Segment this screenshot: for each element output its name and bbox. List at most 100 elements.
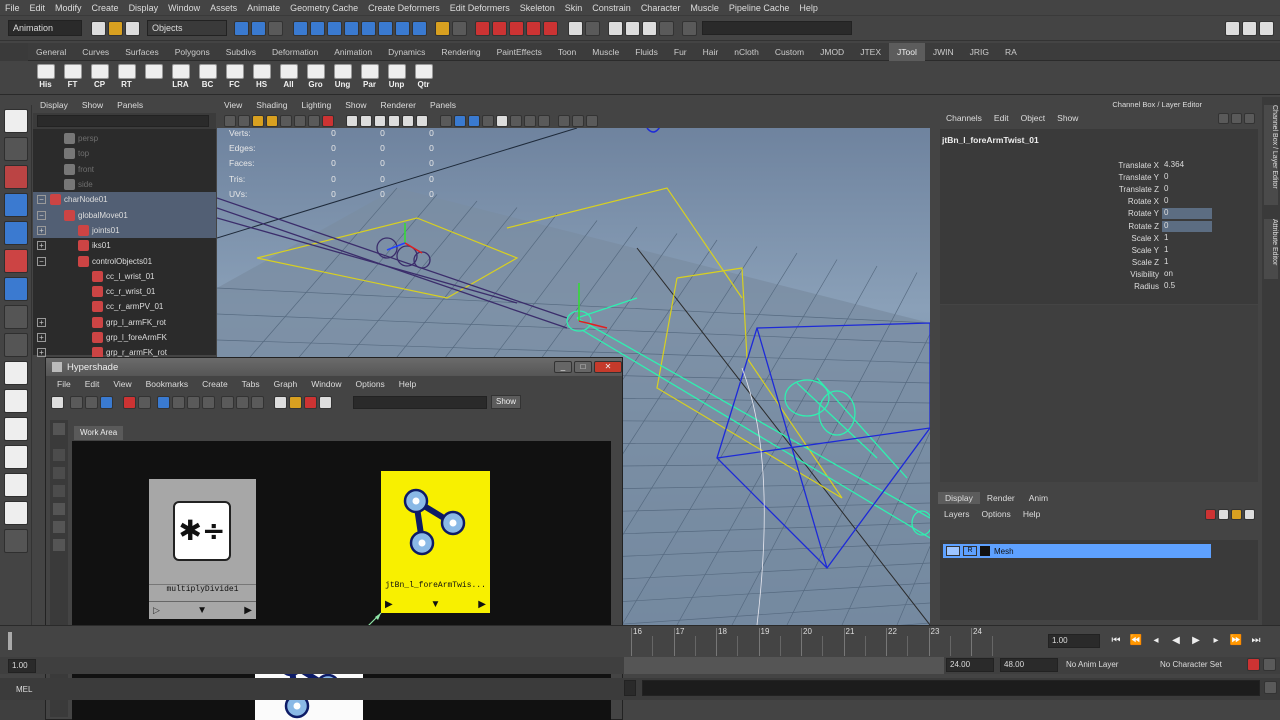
- toggle-attr-editor-icon[interactable]: [1225, 20, 1240, 36]
- shelf-tab-subdivs[interactable]: Subdivs: [218, 43, 264, 61]
- layer-render-toggle[interactable]: R: [963, 546, 977, 556]
- hs-bottom-tabs-icon[interactable]: [85, 395, 98, 409]
- layout-outliner-icon[interactable]: [3, 473, 28, 497]
- hs-menu-view[interactable]: View: [106, 379, 138, 389]
- gate-mask-icon[interactable]: [586, 114, 598, 127]
- expand-toggle-icon[interactable]: −: [37, 210, 46, 220]
- hs-top-tabs-icon[interactable]: [70, 395, 83, 409]
- channel-attr-row[interactable]: Scale Y1: [890, 244, 1212, 256]
- menu-create-deformers[interactable]: Create Deformers: [363, 0, 445, 16]
- use-all-lights-icon[interactable]: [402, 114, 414, 127]
- cb-sphere-icon[interactable]: [1231, 112, 1242, 124]
- layout-single-icon[interactable]: [3, 361, 28, 385]
- time-cursor[interactable]: [8, 632, 12, 650]
- new-layer-selected-icon[interactable]: [1218, 508, 1229, 520]
- channel-attr-row[interactable]: Rotate X0: [890, 196, 1212, 208]
- shelf-tab-general[interactable]: General: [28, 43, 74, 61]
- mask-handle-icon[interactable]: [293, 20, 308, 36]
- hs-menu-bookmarks[interactable]: Bookmarks: [139, 379, 196, 389]
- viewport-menu-view[interactable]: View: [217, 100, 249, 110]
- shelf-tab-polygons[interactable]: Polygons: [167, 43, 218, 61]
- wireframe-on-shaded-icon[interactable]: [374, 114, 386, 127]
- menu-file[interactable]: File: [0, 0, 25, 16]
- channel-attr-row[interactable]: Rotate Y0: [890, 208, 1212, 220]
- close-button[interactable]: ✕: [594, 361, 622, 373]
- toggle-tool-settings-icon[interactable]: [1242, 20, 1257, 36]
- expand-toggle-icon[interactable]: +: [37, 333, 46, 342]
- expand-port-icon[interactable]: ▼: [197, 605, 207, 616]
- expand-toggle-icon[interactable]: [37, 134, 46, 143]
- menu-set-dropdown[interactable]: Animation: [8, 20, 82, 36]
- outliner-item[interactable]: side: [33, 177, 216, 192]
- shelf-tab-painteffects[interactable]: PaintEffects: [489, 43, 550, 61]
- viewport-menu-shading[interactable]: Shading: [249, 100, 294, 110]
- shelf-button[interactable]: [142, 63, 166, 92]
- xray-joints-icon[interactable]: [454, 114, 466, 127]
- output-port-icon[interactable]: ▶: [478, 599, 486, 610]
- antialias-icon[interactable]: [524, 114, 536, 127]
- expand-toggle-icon[interactable]: +: [37, 317, 46, 327]
- backface-icon[interactable]: [482, 114, 494, 127]
- scale-tool-icon[interactable]: [3, 249, 28, 273]
- expand-toggle-icon[interactable]: −: [37, 195, 46, 205]
- snap-curve-icon[interactable]: [492, 20, 507, 36]
- anim-prefs-icon[interactable]: [1263, 658, 1276, 671]
- mask-misc-icon[interactable]: [412, 20, 427, 36]
- outliner-item[interactable]: − charNode01: [33, 192, 216, 208]
- motion-blur-icon[interactable]: [510, 114, 522, 127]
- channel-attr-row[interactable]: Radius 0.5: [890, 281, 1212, 293]
- menu-display[interactable]: Display: [124, 0, 164, 16]
- hs-strip-btn-4[interactable]: [53, 485, 65, 497]
- shelf-button[interactable]: FC: [223, 63, 247, 92]
- shelf-tab-hair[interactable]: Hair: [695, 43, 727, 61]
- shelf-tab-dynamics[interactable]: Dynamics: [380, 43, 433, 61]
- channel-attr-value[interactable]: 0: [1162, 172, 1212, 183]
- outliner-item[interactable]: − controlObjects01: [33, 253, 216, 268]
- layer-move-up-icon[interactable]: [1231, 508, 1242, 520]
- soft-mod-tool-icon[interactable]: [3, 305, 28, 329]
- channel-attr-row[interactable]: Scale Z1: [890, 257, 1212, 269]
- hs-menu-window[interactable]: Window: [304, 379, 348, 389]
- ipr-render-icon[interactable]: [625, 20, 640, 36]
- expand-port-icon[interactable]: ▼: [431, 599, 441, 610]
- viewport-menu-show[interactable]: Show: [338, 100, 373, 110]
- menu-window[interactable]: Window: [163, 0, 205, 16]
- expand-toggle-icon[interactable]: [37, 165, 46, 174]
- mask-curve-icon[interactable]: [327, 20, 342, 36]
- hs-strip-btn-6[interactable]: [53, 521, 65, 533]
- channel-attr-value[interactable]: 0: [1162, 196, 1212, 207]
- channel-attr-value[interactable]: 4.364: [1162, 160, 1212, 171]
- channel-attr-value[interactable]: 1: [1162, 233, 1212, 244]
- hs-show-button[interactable]: Show: [491, 395, 522, 409]
- shelf-button[interactable]: Unp: [385, 63, 409, 92]
- new-scene-icon[interactable]: [91, 20, 106, 36]
- depth-of-field-icon[interactable]: [538, 114, 550, 127]
- rotate-tool-icon[interactable]: [3, 221, 28, 245]
- menu-edit[interactable]: Edit: [25, 0, 51, 16]
- channel-attr-row[interactable]: Translate Z0: [890, 183, 1212, 195]
- hs-grid-icon[interactable]: [123, 395, 136, 409]
- shelf-button[interactable]: Qtr: [412, 63, 436, 92]
- anim-layer-dropdown[interactable]: No Anim Layer: [1066, 658, 1152, 672]
- snap-point-icon[interactable]: [509, 20, 524, 36]
- snap-grid-icon[interactable]: [475, 20, 490, 36]
- cb-menu-show[interactable]: Show: [1051, 113, 1084, 123]
- outliner-item[interactable]: cc_r_armPV_01: [33, 299, 216, 314]
- channel-attr-value[interactable]: 0.5: [1162, 281, 1212, 292]
- shelf-tab-deformation[interactable]: Deformation: [264, 43, 326, 61]
- history-icon[interactable]: [568, 20, 583, 36]
- layout-hypergraph-icon[interactable]: [3, 445, 28, 469]
- expand-toggle-icon[interactable]: [37, 287, 46, 296]
- layout-graph-icon[interactable]: [3, 501, 28, 525]
- shelf-tab-animation[interactable]: Animation: [326, 43, 380, 61]
- quick-input-field[interactable]: [702, 21, 852, 35]
- hs-menu-graph[interactable]: Graph: [267, 379, 305, 389]
- input-box-icon[interactable]: [682, 20, 697, 36]
- node-joint-forearm-twist[interactable]: jtBn_l_foreArmTwis... ▶ ▼ ▶: [381, 471, 490, 613]
- shelf-button[interactable]: Gro: [304, 63, 328, 92]
- expand-toggle-icon[interactable]: +: [37, 225, 46, 235]
- outliner-item[interactable]: front: [33, 162, 216, 177]
- layer-menu-help[interactable]: Help: [1017, 509, 1046, 519]
- layer-tab-render[interactable]: Render: [980, 492, 1022, 504]
- layout-script-icon[interactable]: [3, 529, 28, 553]
